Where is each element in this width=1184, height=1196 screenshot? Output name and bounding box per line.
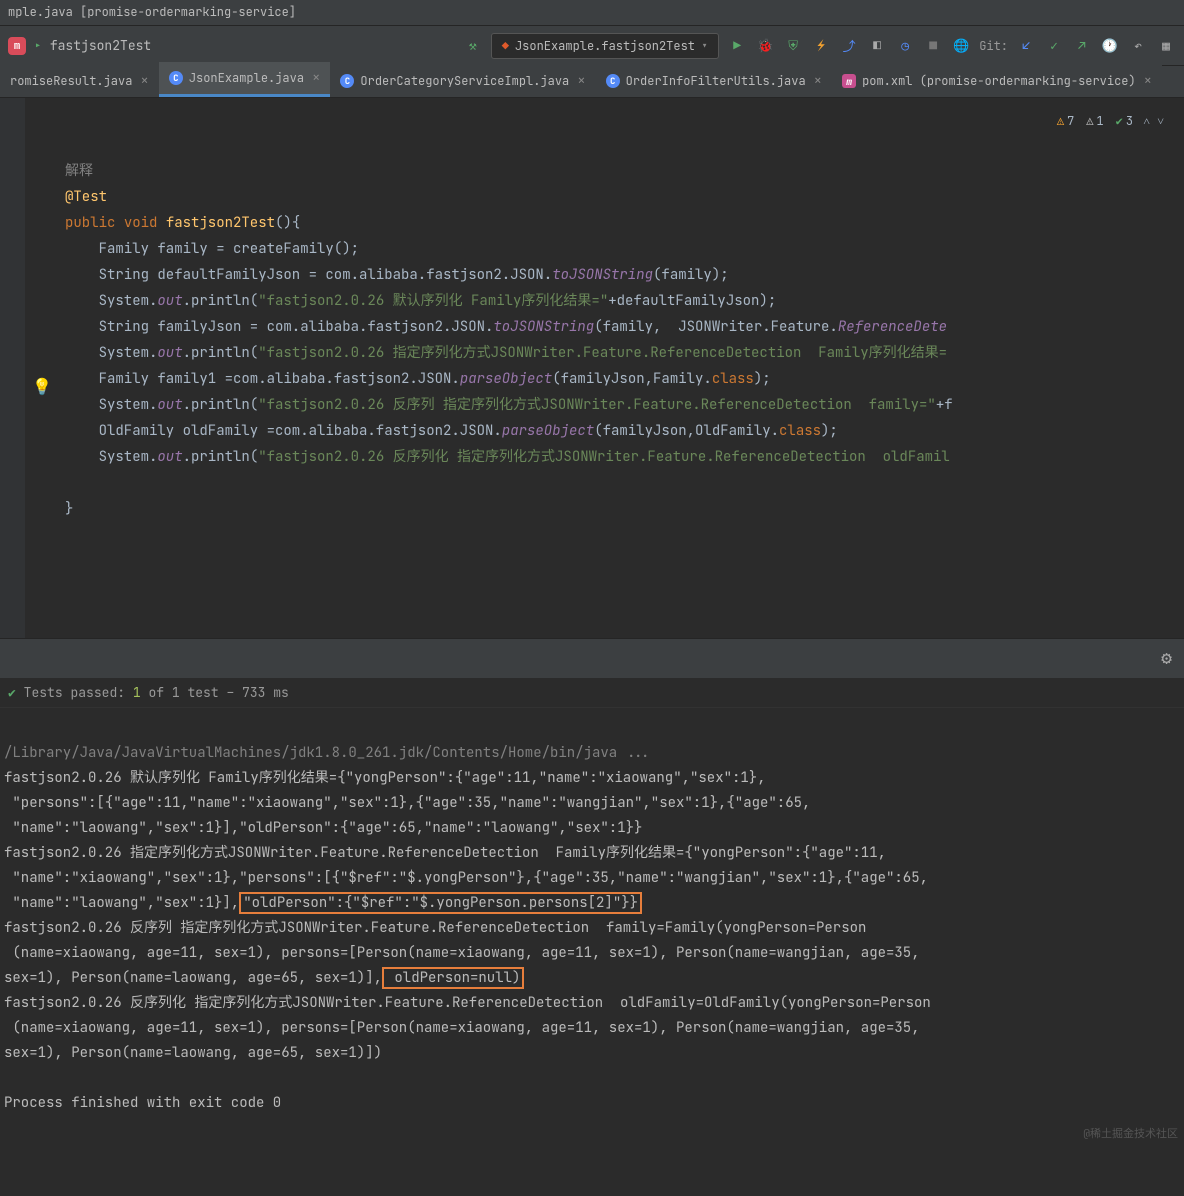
debug-icon[interactable]: 🐞 — [755, 36, 775, 56]
class-icon: C — [340, 74, 354, 88]
run-config-selector[interactable]: ◆ JsonExample.fastjson2Test ▾ — [491, 33, 719, 59]
class-icon: C — [169, 71, 183, 85]
code-annotation: @Test — [65, 188, 107, 206]
globe-icon[interactable]: 🌐 — [951, 36, 971, 56]
attach-icon[interactable]: ⤴ — [839, 36, 859, 56]
title-bar: mple.java [promise-ordermarking-service] — [0, 0, 1184, 26]
main-toolbar: m ▸ fastjson2Test ⚒ ◆ JsonExample.fastjs… — [0, 26, 1184, 66]
warning-icon: ⚠ — [1057, 108, 1064, 134]
exit-code: Process finished with exit code 0 — [4, 1094, 281, 1112]
editor[interactable]: 💡 ⚠7 ⚠1 ✔3 ˄ ˅ 解释 @Test public void fast… — [0, 98, 1184, 638]
clock-icon[interactable]: ◷ — [895, 36, 915, 56]
project-label[interactable]: fastjson2Test — [50, 37, 151, 54]
gear-icon[interactable]: ⚙ — [1161, 647, 1172, 670]
tab-orderinfo[interactable]: COrderInfoFilterUtils.java× — [596, 65, 832, 97]
close-icon[interactable]: × — [140, 72, 148, 90]
maven-icon: m — [842, 74, 856, 88]
more-icon[interactable]: ▦ — [1156, 36, 1176, 56]
check-icon: ✔ — [1116, 108, 1123, 134]
git-commit-icon[interactable]: ✓ — [1044, 36, 1064, 56]
project-icon: m — [8, 37, 26, 55]
watermark: @稀土掘金技术社区 — [1083, 1122, 1178, 1147]
test-status-bar: ✔ Tests passed: 1 of 1 test – 733 ms — [0, 678, 1184, 708]
inspections-widget[interactable]: ⚠7 ⚠1 ✔3 ˄ ˅ — [1057, 108, 1164, 134]
close-icon[interactable]: × — [814, 72, 822, 90]
tab-jsonexample[interactable]: CJsonExample.java× — [159, 62, 331, 97]
tab-pom[interactable]: mpom.xml (promise-ordermarking-service)× — [832, 65, 1162, 97]
tab-romiseresult[interactable]: romiseResult.java× — [0, 65, 159, 97]
class-icon: C — [606, 74, 620, 88]
square-icon[interactable]: ■ — [923, 36, 943, 56]
console-output[interactable]: /Library/Java/JavaVirtualMachines/jdk1.8… — [0, 708, 1184, 1149]
console-toolbar: ⚙ — [0, 638, 1184, 678]
command-line: /Library/Java/JavaVirtualMachines/jdk1.8… — [4, 744, 651, 762]
highlighted-output-2: oldPerson=null) — [382, 967, 524, 989]
coverage-icon[interactable]: ⛨ — [783, 36, 803, 56]
run-icon[interactable]: ▶ — [727, 36, 747, 56]
window-title: mple.java [promise-ordermarking-service] — [8, 4, 296, 20]
hammer-icon[interactable]: ⚒ — [463, 36, 483, 56]
code-comment: 解释 — [65, 162, 93, 180]
gutter[interactable] — [0, 98, 25, 638]
undo-icon[interactable]: ↶ — [1128, 36, 1148, 56]
chevron-down-icon: ▾ — [701, 38, 708, 54]
code-area[interactable]: ⚠7 ⚠1 ✔3 ˄ ˅ 解释 @Test public void fastjs… — [25, 98, 1184, 638]
git-label: Git: — [979, 38, 1008, 54]
history-icon[interactable]: 🕐 — [1100, 36, 1120, 56]
run-config-label: JsonExample.fastjson2Test — [515, 38, 695, 54]
editor-tabs: romiseResult.java× CJsonExample.java× CO… — [0, 66, 1184, 98]
run-arrow-icon: ▸ — [34, 37, 42, 54]
highlighted-output-1: "oldPerson":{"$ref":"$.yongPerson.person… — [239, 892, 642, 914]
weak-warning-icon: ⚠ — [1086, 108, 1093, 134]
check-icon: ✔ — [8, 684, 24, 701]
git-push-icon[interactable]: ↗ — [1072, 36, 1092, 56]
stop-icon[interactable]: ◧ — [867, 36, 887, 56]
close-icon[interactable]: × — [1144, 72, 1152, 90]
profile-icon[interactable]: ⚡ — [811, 36, 831, 56]
git-pull-icon[interactable]: ↙ — [1016, 36, 1036, 56]
close-icon[interactable]: × — [312, 69, 320, 87]
tab-ordercategory[interactable]: COrderCategoryServiceImpl.java× — [330, 65, 595, 97]
close-icon[interactable]: × — [577, 72, 585, 90]
